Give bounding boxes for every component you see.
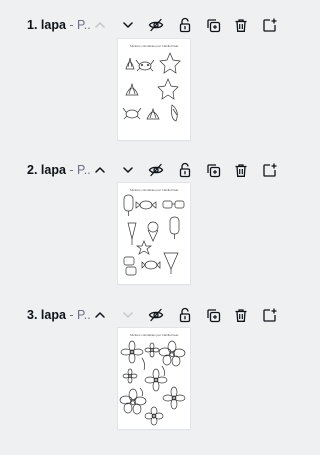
chevron-up-icon — [95, 312, 105, 318]
duplicate-page-button[interactable] — [202, 304, 224, 326]
page-number: 2. — [27, 163, 38, 177]
page-header-3: 3. lapa - P.. — [0, 304, 300, 328]
trash-icon — [235, 163, 247, 177]
page-header-1: 1. lapa - P.. — [0, 14, 300, 38]
delete-page-button[interactable] — [230, 304, 252, 326]
page-title-1[interactable]: 1. lapa - P.. — [27, 18, 91, 32]
flower-stickers-illustration — [119, 340, 186, 426]
lock-page-button[interactable] — [174, 304, 196, 326]
page-name: lapa — [40, 18, 66, 32]
move-page-up-button[interactable] — [89, 159, 111, 181]
hide-page-button[interactable] — [145, 14, 167, 36]
trash-icon — [235, 308, 247, 322]
sea-stickers-illustration — [122, 52, 181, 122]
summer-stickers-illustration — [123, 194, 185, 276]
add-page-icon — [262, 18, 276, 32]
chevron-down-icon — [123, 312, 133, 318]
add-page-button[interactable] — [258, 304, 280, 326]
lock-page-button[interactable] — [174, 14, 196, 36]
delete-page-button[interactable] — [230, 159, 252, 181]
add-page-button[interactable] — [258, 14, 280, 36]
lock-page-button[interactable] — [174, 159, 196, 181]
page-subtitle: - P.. — [65, 18, 91, 32]
unlock-icon — [179, 17, 191, 33]
move-page-down-button[interactable] — [117, 159, 139, 181]
page-thumbnail-3[interactable]: Stickers coloriables par ClarilleCreat — [118, 328, 190, 429]
unlock-icon — [179, 307, 191, 323]
move-page-up-button[interactable] — [89, 304, 111, 326]
page-subtitle: - P.. — [65, 163, 91, 177]
duplicate-icon — [206, 308, 220, 322]
chevron-down-icon — [123, 167, 133, 173]
page-title-3[interactable]: 3. lapa - P.. — [27, 308, 91, 322]
page-name: lapa — [40, 308, 66, 322]
page-thumbnail-1[interactable]: Stickers coloriables par ClarilleCreat — [118, 39, 190, 140]
page-number: 1. — [27, 18, 38, 32]
add-page-icon — [262, 308, 276, 322]
eye-slash-icon — [148, 18, 164, 32]
duplicate-page-button[interactable] — [202, 14, 224, 36]
page-header-2: 2. lapa - P.. — [0, 159, 300, 183]
hide-page-button[interactable] — [145, 159, 167, 181]
duplicate-icon — [206, 18, 220, 32]
chevron-down-icon — [123, 22, 133, 28]
eye-slash-icon — [148, 163, 164, 177]
add-page-button[interactable] — [258, 159, 280, 181]
delete-page-button[interactable] — [230, 14, 252, 36]
trash-icon — [235, 18, 247, 32]
chevron-up-icon — [95, 22, 105, 28]
eye-slash-icon — [148, 308, 164, 322]
hide-page-button[interactable] — [145, 304, 167, 326]
page-number: 3. — [27, 308, 38, 322]
unlock-icon — [179, 162, 191, 178]
duplicate-page-button[interactable] — [202, 159, 224, 181]
page-title-2[interactable]: 2. lapa - P.. — [27, 163, 91, 177]
page-name: lapa — [40, 163, 66, 177]
move-page-up-button[interactable] — [89, 14, 111, 36]
add-page-icon — [262, 163, 276, 177]
duplicate-icon — [206, 163, 220, 177]
chevron-up-icon — [95, 167, 105, 173]
move-page-down-button[interactable] — [117, 14, 139, 36]
page-thumbnail-2[interactable]: Stickers coloriables par ClarilleCreat — [118, 183, 190, 284]
page-subtitle: - P.. — [65, 308, 91, 322]
move-page-down-button[interactable] — [117, 304, 139, 326]
